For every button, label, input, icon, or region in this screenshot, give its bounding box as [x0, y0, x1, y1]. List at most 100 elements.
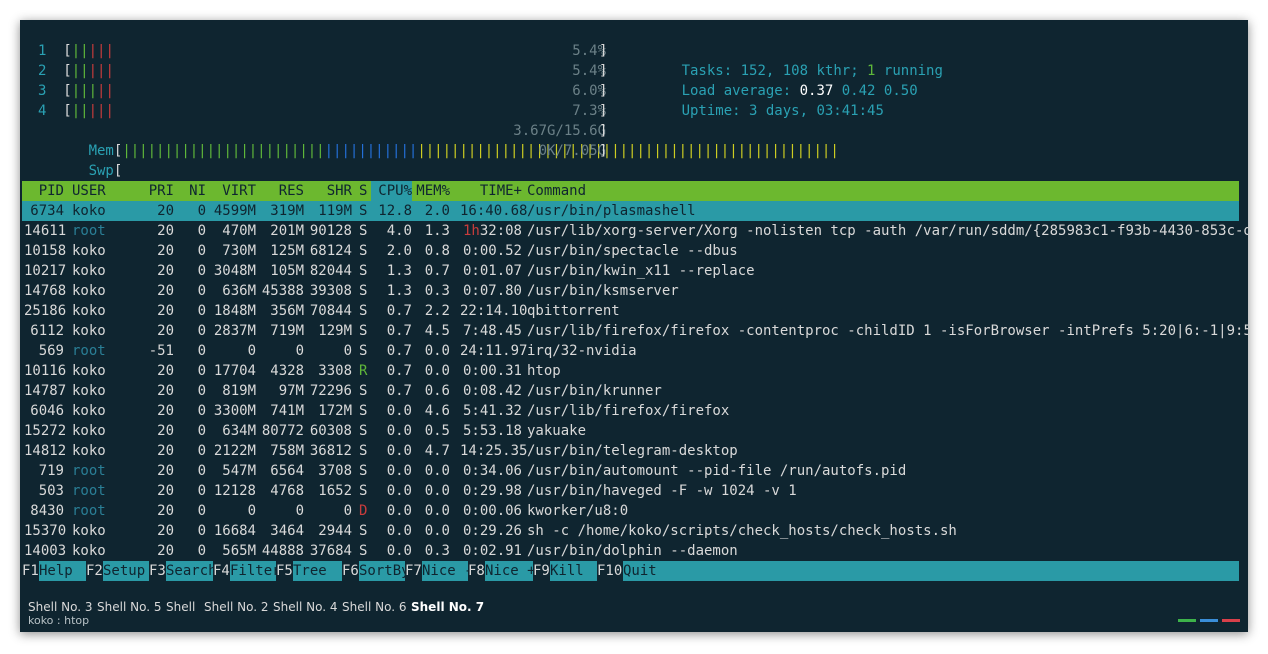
process-cpu: 0.0 — [386, 443, 412, 459]
process-res: 741M — [270, 403, 304, 419]
fkey-label[interactable]: Nice - — [422, 561, 473, 581]
process-row[interactable]: 8430 root 20 0 0 0 0 D 0.0 0.0 0:00.06 kworker/u8:0 — [22, 501, 1239, 521]
fkey-f1[interactable]: F1 — [22, 561, 39, 581]
process-pri: 20 — [157, 363, 174, 379]
process-pri: 20 — [157, 423, 174, 439]
process-row[interactable]: 14611 root 20 0 470M 201M 90128 S 4.0 1.3 1h32:08 /… — [22, 221, 1248, 241]
process-cpu: 0.7 — [386, 383, 412, 399]
terminal-tab[interactable]: Shell No. 6 — [342, 598, 406, 618]
process-row[interactable]: 14768 koko 20 0 636M 45388 39308 S 1.3 0.3 0:07.80… — [22, 281, 1239, 301]
process-cmd: kworker/u8:0 — [527, 503, 629, 519]
process-mem: 0.0 — [424, 483, 450, 499]
process-virt: 17704 — [213, 363, 256, 379]
terminal-tab[interactable]: Shell No. 5 — [97, 598, 161, 618]
fkey-f6[interactable]: F6 — [342, 561, 359, 581]
process-mem: 0.0 — [424, 503, 450, 519]
column-header-pri[interactable]: PRI — [142, 181, 174, 201]
process-s: S — [359, 283, 368, 299]
fkey-label[interactable]: Help — [39, 561, 86, 581]
process-pri: 20 — [157, 263, 174, 279]
terminal-tab[interactable]: Shell No. 4 — [273, 598, 337, 618]
cpu-bar-segment: | — [88, 83, 98, 99]
column-header-pid[interactable]: PID — [24, 181, 64, 201]
process-time: 0:29.26 — [462, 523, 522, 539]
process-row[interactable]: 6734 koko 20 0 4599M 319M 119M S 12.8 2.0 16:40.68… — [22, 201, 1239, 221]
terminal-tab[interactable]: Shell No. 7 — [411, 598, 484, 618]
process-time: 24:11.97 — [460, 343, 528, 359]
fkey-label[interactable]: Tree — [293, 561, 342, 581]
fkey-f7[interactable]: F7 — [405, 561, 422, 581]
fkey-f3[interactable]: F3 — [149, 561, 166, 581]
column-header-ni[interactable]: NI — [182, 181, 206, 201]
process-mem: 0.3 — [424, 283, 450, 299]
column-header-time[interactable]: TIME+ — [460, 181, 522, 201]
process-pid: 10116 — [24, 363, 67, 379]
fkey-f4[interactable]: F4 — [213, 561, 230, 581]
fkey-label[interactable]: SortBy — [359, 561, 410, 581]
process-row[interactable]: 719 root 20 0 547M 6564 3708 S 0.0 0.0 0:34.06/usr… — [22, 461, 1239, 481]
process-pri: 20 — [157, 403, 174, 419]
process-row[interactable]: 14787 koko 20 0 819M 97M 72296 S 0.7 0.6 0:08.42/u… — [22, 381, 1239, 401]
process-res: 97M — [278, 383, 304, 399]
column-header-mem[interactable]: MEM% — [414, 181, 450, 201]
process-row[interactable]: 15370 koko 20 0 16684 3464 2944 S 0.0 0.0 0:29.26 s… — [22, 521, 1239, 541]
process-row[interactable]: 25186 koko 20 0 1848M 356M 70844 S 0.7 2.2 22:14.1… — [22, 301, 1239, 321]
process-pid: 569 — [38, 343, 64, 359]
process-row[interactable]: 14003 koko 20 0 565M 44888 37684 S 0.0 0.3 0:02.91… — [22, 541, 1239, 561]
fkey-f9[interactable]: F9 — [533, 561, 550, 581]
process-shr: 39308 — [309, 283, 352, 299]
process-virt: 819M — [222, 383, 256, 399]
cpu-bar-segment: | — [88, 63, 98, 79]
fkey-f10[interactable]: F10 — [597, 561, 622, 581]
process-user: root — [72, 503, 106, 519]
process-cpu: 0.7 — [386, 303, 412, 319]
fkey-label[interactable]: Quit — [623, 561, 1239, 581]
fkey-f8[interactable]: F8 — [468, 561, 485, 581]
htop-screen: 1 [||||| 5.4%] 2 [||||| 5.4%] 3 [||||| 6.0%] 4… — [22, 43, 1248, 581]
process-pid: 14812 — [24, 443, 67, 459]
cpu-bar-segment: | — [105, 103, 114, 119]
process-shr: 60308 — [309, 423, 352, 439]
process-time: 7:48.45 — [462, 323, 522, 339]
process-row[interactable]: 14812 koko 20 0 2122M 758M 36812 S 0.0 4.7 14:25.3… — [22, 441, 1239, 461]
cpu-id: 3 — [38, 83, 47, 99]
fkey-label[interactable]: Filter — [230, 561, 281, 581]
process-pri: 20 — [157, 303, 174, 319]
column-header-res[interactable]: RES — [260, 181, 304, 201]
fkey-label[interactable]: Setup — [103, 561, 149, 581]
fkey-f5[interactable]: F5 — [276, 561, 293, 581]
process-s: S — [359, 443, 368, 459]
process-res: 6564 — [270, 463, 304, 479]
process-cpu: 1.3 — [386, 283, 412, 299]
process-row[interactable]: 569 root -51 0 0 0 0 S 0.7 0.0 24:11.97 irq/32-nvid… — [22, 341, 1239, 361]
column-header-virt[interactable]: VIRT — [210, 181, 256, 201]
fkey-f2[interactable]: F2 — [86, 561, 103, 581]
terminal-tab[interactable]: Shell No. 2 — [204, 598, 268, 618]
terminal-tab[interactable]: Shell — [166, 598, 195, 618]
process-user: koko — [72, 263, 106, 279]
column-header[interactable]: PID USER PRI NI VIRT RES SHR S CPU% MEM% TIME+ Comm… — [22, 181, 1239, 201]
column-header-s[interactable]: S — [359, 181, 369, 201]
cpu-bar-segment: | — [80, 43, 89, 59]
column-header-user[interactable]: USER — [72, 181, 122, 201]
fkey-label[interactable]: Nice + — [485, 561, 536, 581]
process-row[interactable]: 6112 koko 20 0 2837M 719M 129M S 0.7 4.5 7:48.45/u… — [22, 321, 1248, 341]
column-header-shr[interactable]: SHR — [306, 181, 352, 201]
process-time: 0:08.42 — [462, 383, 522, 399]
process-ni: 0 — [197, 383, 206, 399]
process-row[interactable]: 10116 koko 20 0 17704 4328 3308 R 0.7 0.0 0:00.31 h… — [22, 361, 1239, 381]
process-row[interactable]: 15272 koko 20 0 634M 80772 60308 S 0.0 0.5 5:53.18… — [22, 421, 1239, 441]
process-cpu: 0.0 — [386, 543, 412, 559]
column-header-cpu[interactable]: CPU% — [374, 181, 412, 201]
process-row[interactable]: 6046 koko 20 0 3300M 741M 172M S 0.0 4.6 5:41.32/u… — [22, 401, 1239, 421]
swp-value: 0K/7.05G — [538, 143, 606, 159]
mem-meter: Mem[||||||||||||||||||||||||||||||||||||… — [88, 143, 839, 159]
fkey-label[interactable]: Search — [166, 561, 217, 581]
process-row[interactable]: 10158 koko 20 0 730M 125M 68124 S 2.0 0.8 0:00.52 /… — [22, 241, 1239, 261]
process-s: S — [359, 403, 368, 419]
process-row[interactable]: 503 root 20 0 12128 4768 1652 S 0.0 0.0 0:29.98/us… — [22, 481, 1239, 501]
process-row[interactable]: 10217 koko 20 0 3048M 105M 82044 S 1.3 0.7 0:01.07… — [22, 261, 1239, 281]
column-header-cmd[interactable]: Command — [527, 181, 1227, 201]
process-user: root — [72, 483, 106, 499]
fkey-label[interactable]: Kill — [550, 561, 597, 581]
